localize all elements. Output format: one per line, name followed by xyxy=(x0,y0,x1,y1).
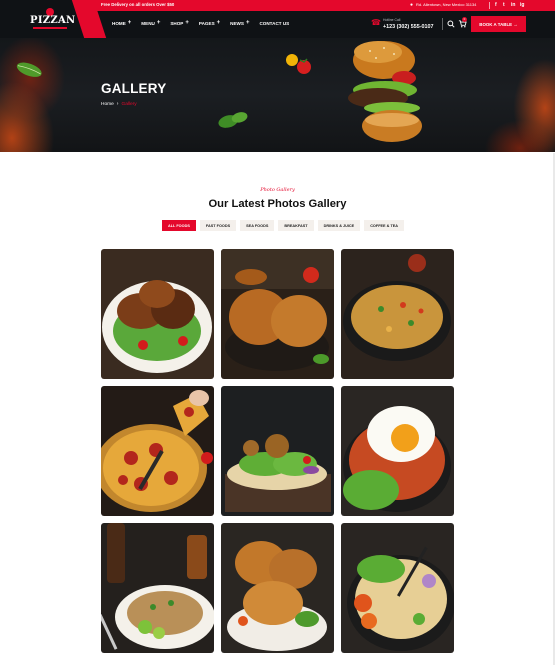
nav-menu[interactable]: MENU + xyxy=(141,20,161,26)
breadcrumb-home[interactable]: Home xyxy=(101,102,114,107)
filter-coffee-tea[interactable]: COFFEE & TEA xyxy=(364,220,405,231)
address-text: Rd. Allentown, New Mexico 31134 xyxy=(416,2,477,7)
gallery-item-noodle-plate-lime[interactable] xyxy=(101,523,214,653)
location-pin-icon: ● xyxy=(410,2,414,8)
plus-icon: + xyxy=(245,20,250,26)
search-icon[interactable] xyxy=(447,20,455,28)
filter-drinks-juice[interactable]: DRINKS & JUICE xyxy=(317,220,361,231)
arrow-right-icon: → xyxy=(513,21,518,27)
gallery-item-fried-rice-egg[interactable] xyxy=(341,386,454,516)
filter-breakfast[interactable]: BREAKFAST xyxy=(278,220,314,231)
gallery-item-taco-wraps[interactable] xyxy=(221,386,334,516)
plus-icon: + xyxy=(216,20,221,26)
phone-label: Hotline Call xyxy=(383,18,401,22)
promo-text: Free Delivery on all orders Over $50 xyxy=(101,2,175,7)
filter-fast-foods[interactable]: FAST FOODS xyxy=(199,220,237,231)
gallery-item-fried-rice-bowl[interactable] xyxy=(341,249,454,379)
plus-icon: + xyxy=(127,20,132,26)
nav-contact-us[interactable]: CONTACT US xyxy=(259,21,289,26)
logo-text: PIZZAN xyxy=(30,15,76,26)
section-title: Our Latest Photos Gallery xyxy=(208,198,347,210)
facebook-icon[interactable]: f xyxy=(495,2,497,9)
linkedin-icon[interactable]: in xyxy=(511,2,515,9)
filter-sea-foods[interactable]: SEA FOODS xyxy=(240,220,275,231)
divider xyxy=(442,18,443,30)
phone-number[interactable]: +123 (302) 555-0107 xyxy=(383,24,434,30)
page-hero: GALLERY Home › Gallery xyxy=(0,38,555,152)
site-logo[interactable]: PIZZAN xyxy=(27,0,76,38)
plus-icon: + xyxy=(185,20,189,26)
nav-shop[interactable]: SHOP + xyxy=(170,20,189,26)
gallery-item-fried-chicken[interactable] xyxy=(221,523,334,653)
filter-all-foods[interactable]: ALL FOODS xyxy=(162,220,196,231)
nav-pages[interactable]: PAGES + xyxy=(199,20,221,26)
gallery-filters: ALL FOODS FAST FOODS SEA FOODS BREAKFAST… xyxy=(162,220,405,231)
breadcrumb: Home › Gallery xyxy=(101,101,137,107)
gallery-item-noodle-bowl[interactable] xyxy=(341,523,454,653)
nav-news[interactable]: NEWS + xyxy=(230,20,250,26)
page-title: GALLERY xyxy=(101,81,167,96)
logo-ribbon xyxy=(33,27,67,29)
cart-count-badge: 0 xyxy=(462,17,467,22)
hero-decorations xyxy=(16,41,422,142)
gallery-item-pepperoni-pizza[interactable] xyxy=(101,386,214,516)
basil-leaf-image xyxy=(16,62,42,77)
phone-icon: ☎ xyxy=(371,18,381,27)
basil-leaf-image xyxy=(218,112,248,128)
breadcrumb-current: Gallery xyxy=(121,102,137,107)
tomato-image xyxy=(286,54,311,74)
main-nav: HOME + MENU + SHOP + PAGES + NEWS + CONTACT U… xyxy=(112,20,299,26)
burger-image xyxy=(348,41,422,142)
book-a-table-button[interactable]: BOOK A TABLE → xyxy=(471,16,526,32)
chevron-right-icon: › xyxy=(116,101,119,107)
gallery-item-grilled-chicken[interactable] xyxy=(101,249,214,379)
divider xyxy=(489,2,490,9)
nav-home[interactable]: HOME + xyxy=(112,20,132,26)
twitter-icon[interactable]: t xyxy=(503,2,505,9)
plus-icon: + xyxy=(156,20,161,26)
instagram-icon[interactable]: ig xyxy=(520,2,524,9)
gallery-item-roast-chicken[interactable] xyxy=(221,249,334,379)
section-subtitle: Photo Gallery xyxy=(260,187,295,193)
